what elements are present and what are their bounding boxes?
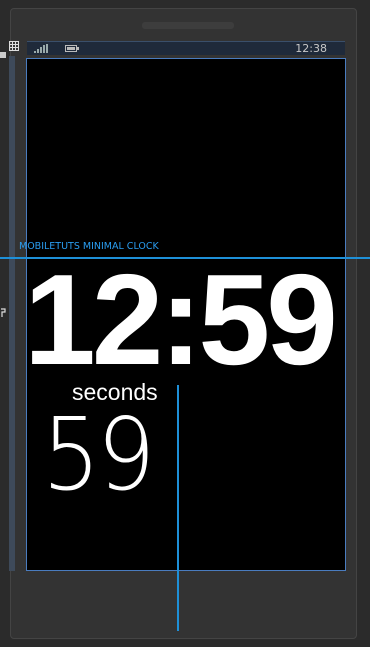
status-bar: 12:38 xyxy=(27,41,345,55)
signal-bars-icon xyxy=(34,44,48,53)
status-time: 12:38 xyxy=(295,42,327,55)
designer-canvas: 12:38 MOBILETUTS MINIMAL CLOCK 12:59 sec… xyxy=(0,0,370,647)
grid-icon[interactable] xyxy=(9,41,19,51)
phone-speaker xyxy=(142,22,234,29)
resize-handle-icon[interactable] xyxy=(0,52,6,61)
designer-side-ruler[interactable] xyxy=(9,56,15,571)
battery-icon xyxy=(65,45,79,52)
grid-icon-graphic xyxy=(9,41,19,51)
clock-time: 12:59 xyxy=(24,248,338,392)
seconds-value: 59 xyxy=(42,396,155,513)
anchor-icon-graphic xyxy=(1,308,6,317)
vertical-guide-line[interactable] xyxy=(177,385,179,631)
resize-handle-graphic xyxy=(0,52,6,58)
anchor-icon[interactable] xyxy=(0,308,6,321)
